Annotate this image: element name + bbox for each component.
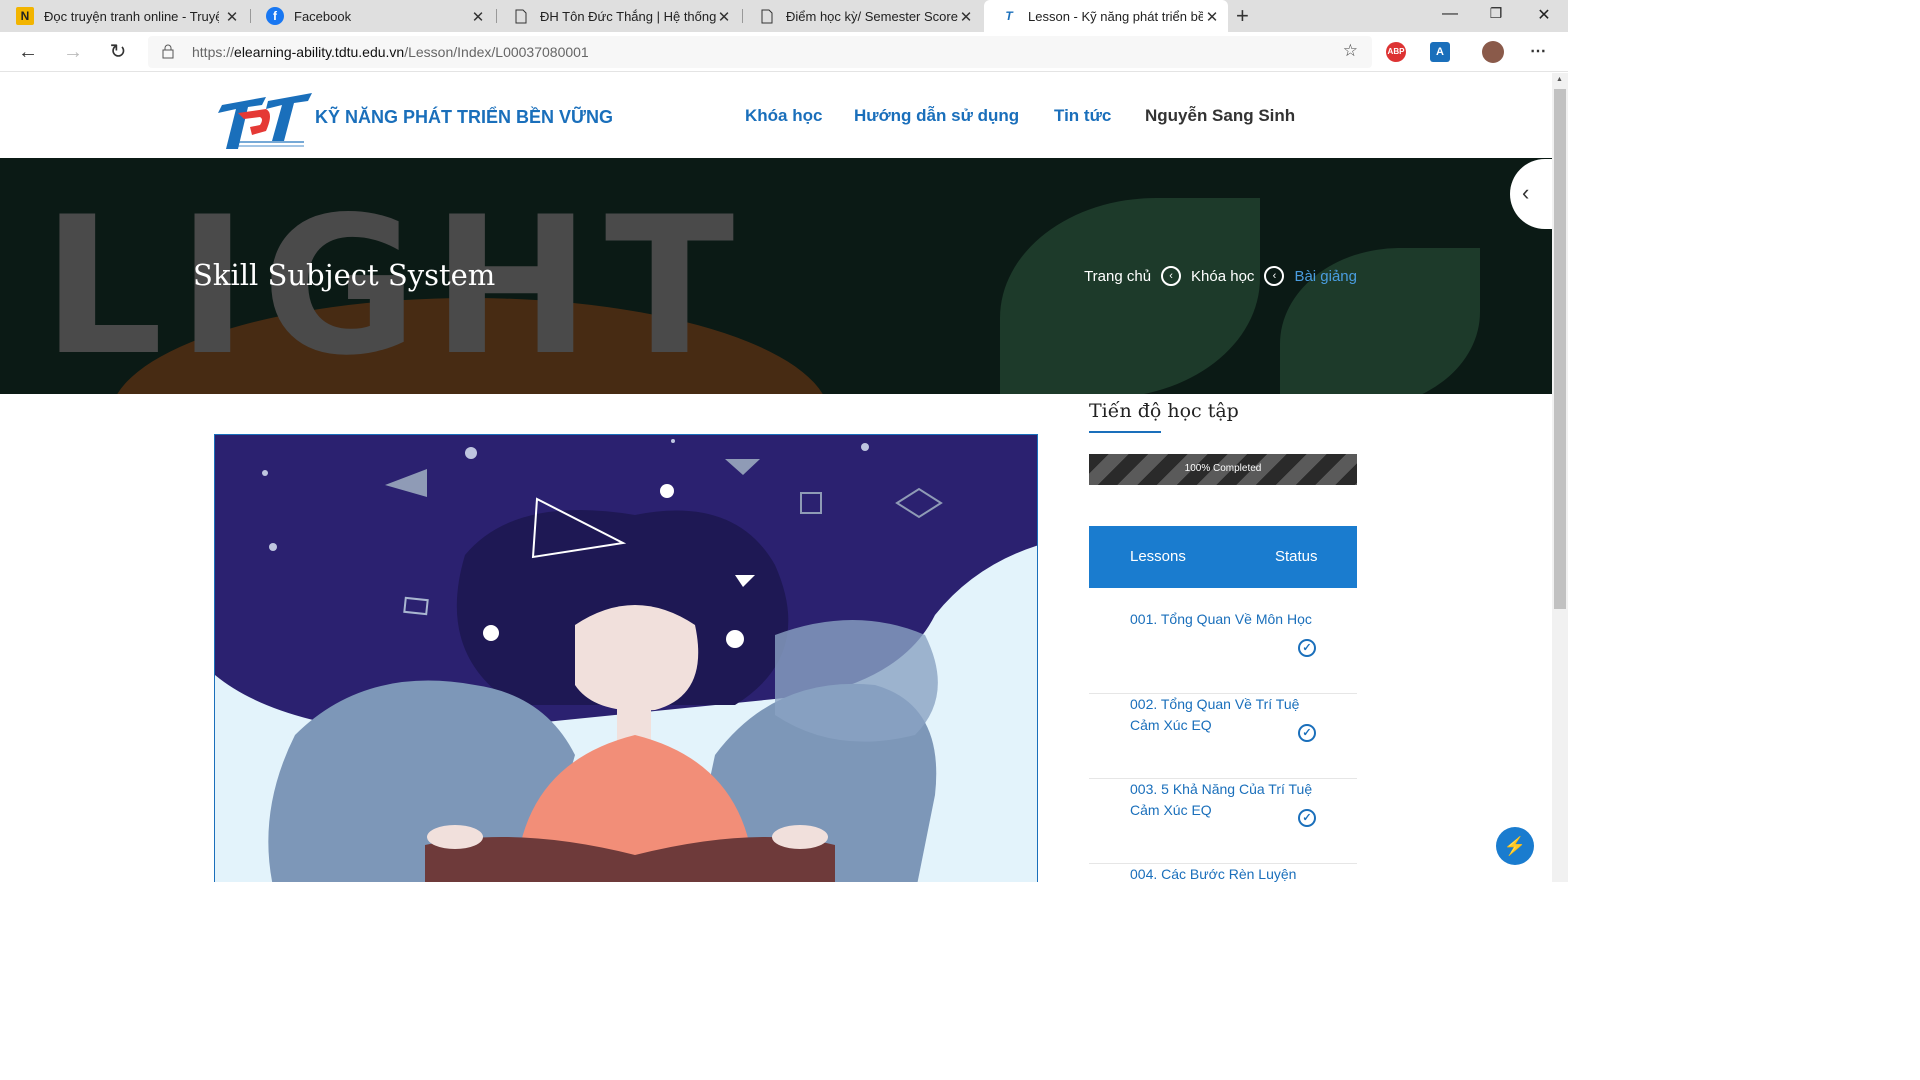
close-tab-icon[interactable]: ✕	[958, 8, 974, 26]
close-window-icon[interactable]: ✕	[1534, 5, 1554, 25]
lesson-title[interactable]: 002. Tổng Quan Về Trí Tuệ Cảm Xúc EQ	[1130, 694, 1320, 736]
lesson-row[interactable]: 004. Các Bước Rèn Luyện	[1089, 864, 1357, 882]
url-text: https://elearning-ability.tdtu.edu.vn/Le…	[192, 44, 589, 60]
new-tab-icon[interactable]: +	[1236, 3, 1249, 29]
breadcrumb-courses[interactable]: Khóa học	[1191, 268, 1254, 285]
web-page: KỸ NĂNG PHÁT TRIỂN BỀN VỮNG Khóa học Hướ…	[0, 73, 1552, 882]
messenger-icon[interactable]: ⚡	[1496, 827, 1534, 865]
lesson-title[interactable]: 004. Các Bước Rèn Luyện	[1130, 864, 1320, 882]
chevron-left-icon: ‹	[1264, 266, 1285, 286]
close-tab-icon[interactable]: ✕	[716, 8, 732, 26]
address-bar-row: ← → ↻ https://elearning-ability.tdtu.edu…	[0, 32, 1568, 72]
url-field[interactable]: https://elearning-ability.tdtu.edu.vn/Le…	[148, 36, 1372, 68]
lesson-row[interactable]: 003. 5 Khả Năng Của Trí Tuệ Cảm Xúc EQ ✓	[1089, 779, 1357, 864]
page-icon	[758, 7, 776, 25]
browser-tab[interactable]: f Facebook ✕	[250, 0, 494, 32]
more-icon[interactable]: ⋯	[1528, 42, 1548, 62]
avatar[interactable]	[1482, 41, 1504, 63]
minimize-icon[interactable]: —	[1440, 5, 1460, 23]
forward-icon[interactable]: →	[59, 38, 87, 66]
restore-icon[interactable]: ❐	[1486, 5, 1506, 22]
close-tab-icon[interactable]: ✕	[224, 8, 240, 26]
check-circle-icon: ✓	[1298, 809, 1316, 827]
page-title: Skill Subject System	[193, 258, 496, 292]
column-lessons: Lessons	[1130, 548, 1186, 565]
close-tab-icon[interactable]: ✕	[470, 8, 486, 26]
n-icon: N	[16, 7, 34, 25]
nav-courses[interactable]: Khóa học	[745, 106, 822, 126]
lessons-table-header: Lessons Status	[1089, 526, 1357, 588]
browser-tab[interactable]: Điểm học kỳ/ Semester Score ✕	[742, 0, 982, 32]
favorites-star-icon[interactable]: ☆	[1343, 41, 1358, 61]
progress-label: 100% Completed	[1184, 463, 1262, 474]
nav-news[interactable]: Tin tức	[1054, 106, 1111, 126]
facebook-icon: f	[266, 7, 284, 25]
page-icon	[512, 7, 530, 25]
site-brand[interactable]: KỸ NĂNG PHÁT TRIỂN BỀN VỮNG	[315, 107, 613, 128]
lesson-row[interactable]: 001. Tổng Quan Về Môn Học ✓	[1089, 609, 1357, 694]
tab-title: Đọc truyện tranh online - Truyện	[44, 8, 219, 24]
lesson-row[interactable]: 002. Tổng Quan Về Trí Tuệ Cảm Xúc EQ ✓	[1089, 694, 1357, 779]
scrollbar-thumb[interactable]	[1554, 89, 1566, 609]
chevron-left-icon: ‹	[1161, 266, 1182, 286]
back-icon[interactable]: ←	[14, 38, 42, 66]
chevron-left-icon: ‹	[1522, 180, 1530, 205]
tab-title: Điểm học kỳ/ Semester Score	[786, 8, 958, 24]
tab-title: ĐH Tôn Đức Thắng | Hệ thống th	[540, 8, 718, 24]
lesson-title[interactable]: 003. 5 Khả Năng Của Trí Tuệ Cảm Xúc EQ	[1130, 779, 1320, 821]
breadcrumb-home[interactable]: Trang chủ	[1084, 268, 1151, 285]
reload-icon[interactable]: ↻	[104, 38, 132, 66]
check-circle-icon: ✓	[1298, 639, 1316, 657]
progress-title: Tiến độ học tập	[1089, 400, 1239, 422]
hero-banner: LIGHT Skill Subject System Trang chủ ‹ K…	[0, 158, 1552, 394]
progress-bar: 100% Completed	[1089, 454, 1357, 485]
browser-tab[interactable]: ĐH Tôn Đức Thắng | Hệ thống th ✕	[496, 0, 740, 32]
browser-tab[interactable]: N Đọc truyện tranh online - Truyện ✕	[0, 0, 248, 32]
lock-icon	[162, 44, 174, 64]
lesson-title[interactable]: 001. Tổng Quan Về Môn Học	[1130, 609, 1320, 630]
breadcrumb: Trang chủ ‹ Khóa học ‹ Bài giảng	[1084, 266, 1357, 286]
tab-title: Facebook	[294, 8, 352, 24]
tdt-icon: T	[1005, 9, 1013, 23]
nav-guide[interactable]: Hướng dẫn sử dụng	[854, 106, 1019, 126]
translate-icon[interactable]: A	[1430, 42, 1450, 62]
breadcrumb-current: Bài giảng	[1294, 267, 1357, 285]
browser-tab-active[interactable]: T Lesson - Kỹ năng phát triển bền ✕	[984, 0, 1228, 32]
column-status: Status	[1275, 548, 1318, 565]
site-header: KỸ NĂNG PHÁT TRIỂN BỀN VỮNG Khóa học Hướ…	[0, 73, 1552, 158]
lesson-image	[214, 434, 1038, 882]
browser-tab-strip: N Đọc truyện tranh online - Truyện ✕ f F…	[0, 0, 1568, 32]
check-circle-icon: ✓	[1298, 724, 1316, 742]
title-underline	[1089, 431, 1161, 433]
nav-user[interactable]: Nguyễn Sang Sinh	[1145, 106, 1295, 126]
adblock-icon[interactable]: ABP	[1386, 42, 1406, 62]
page-scrollbar[interactable]: ▲	[1552, 73, 1568, 882]
tdt-logo[interactable]	[208, 91, 312, 151]
hero-bg-shape	[1000, 198, 1260, 394]
scroll-up-icon[interactable]: ▲	[1556, 76, 1563, 83]
tab-title: Lesson - Kỹ năng phát triển bền	[1028, 8, 1203, 24]
close-tab-icon[interactable]: ✕	[1204, 8, 1220, 26]
